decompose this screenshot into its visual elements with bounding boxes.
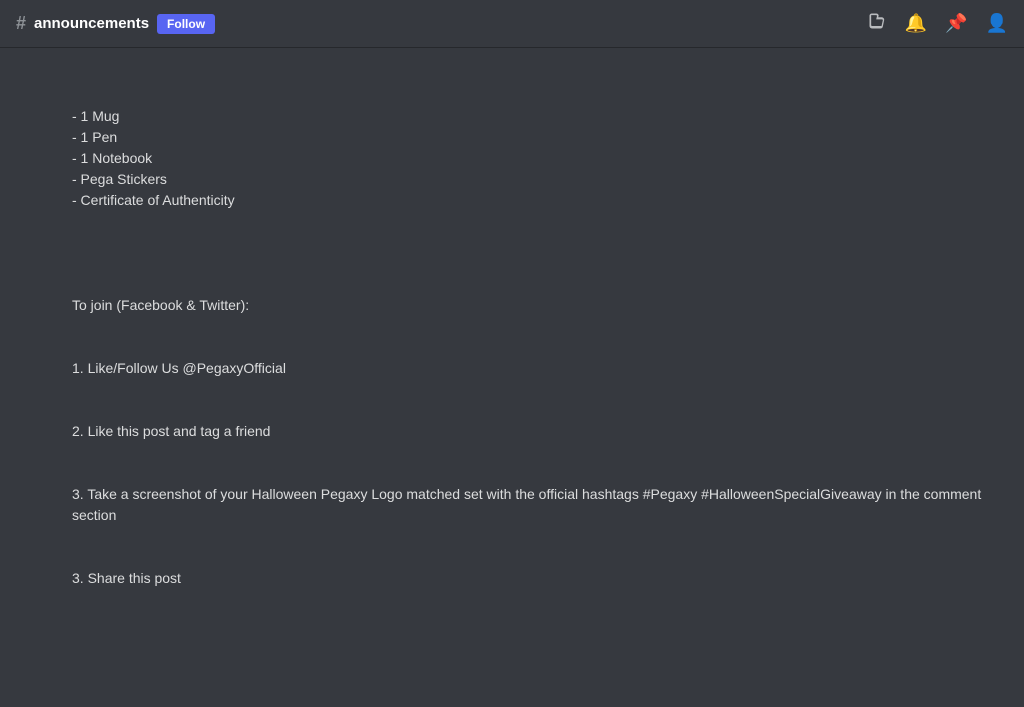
members-icon[interactable]: 👤 [986, 13, 1008, 34]
follow-button[interactable]: Follow [157, 14, 215, 34]
main-content: - 1 Mug- 1 Pen- 1 Notebook- Pega Sticker… [0, 48, 1024, 659]
bell-icon[interactable]: 🔔 [905, 13, 927, 34]
items-list: - 1 Mug- 1 Pen- 1 Notebook- Pega Sticker… [72, 106, 1008, 211]
facebook-step4: 3. Share this post [72, 568, 1008, 589]
facebook-header: To join (Facebook & Twitter): [72, 295, 1008, 316]
channel-header-right: 🔔 📌 👤 [867, 11, 1008, 36]
facebook-step1: 1. Like/Follow Us @PegaxyOfficial [72, 358, 1008, 379]
top-bar: # announcements Follow 🔔 📌 👤 [0, 0, 1024, 48]
channel-name: announcements [34, 15, 149, 32]
channel-header-left: # announcements Follow [16, 13, 859, 34]
facebook-step2: 2. Like this post and tag a friend [72, 421, 1008, 442]
hash-icon: # [16, 13, 26, 34]
message-body: - 1 Mug- 1 Pen- 1 Notebook- Pega Sticker… [72, 64, 1008, 659]
pin-icon[interactable]: 📌 [945, 13, 967, 34]
threads-icon[interactable] [867, 11, 887, 36]
facebook-step3: 3. Take a screenshot of your Halloween P… [72, 484, 1008, 526]
